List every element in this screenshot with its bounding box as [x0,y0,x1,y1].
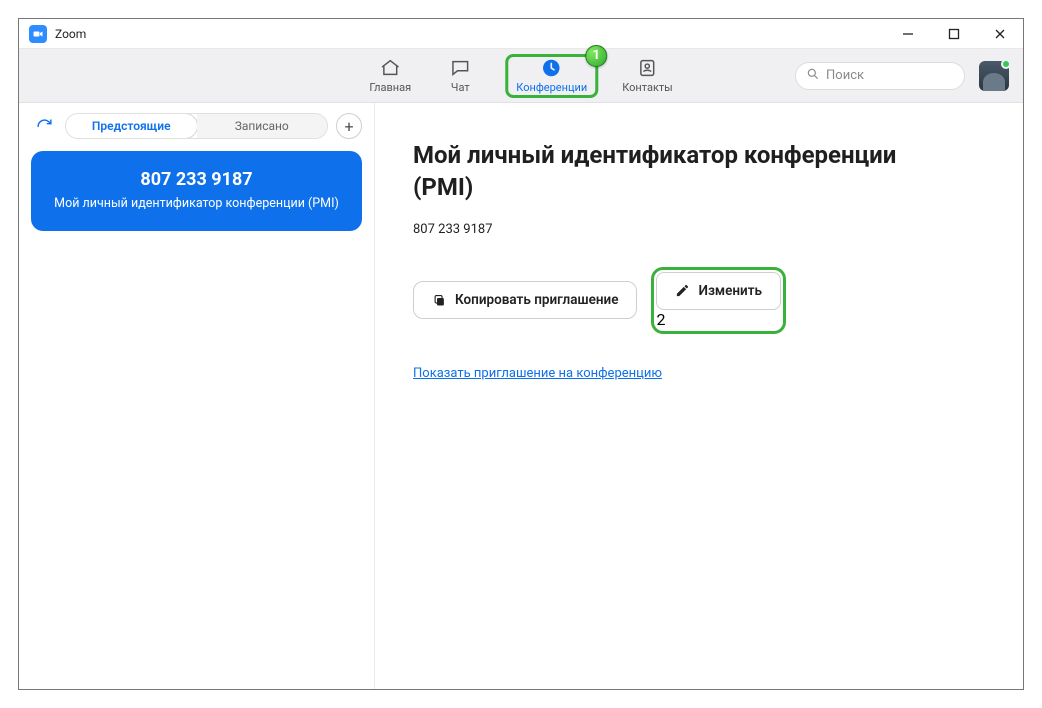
segment-recorded[interactable]: Записано [197,114,328,138]
clock-icon [541,57,563,79]
pmi-card[interactable]: 807 233 9187 Мой личный идентификатор ко… [31,151,362,231]
pmi-card-id: 807 233 9187 [43,169,350,190]
home-icon [379,57,401,79]
search-icon [806,67,820,85]
window-maximize-button[interactable] [931,19,977,49]
annotation-badge-1: 1 [585,45,607,67]
pmi-card-subtitle: Мой личный идентификатор конференции (PM… [43,196,350,211]
show-invitation-link[interactable]: Показать приглашение на конференцию [413,366,662,381]
copy-button-label: Копировать приглашение [455,292,618,308]
segment-upcoming[interactable]: Предстоящие [65,113,198,139]
copy-icon [432,293,447,308]
content-pane: Мой личный идентификатор конференции (PM… [375,103,1023,689]
annotation-highlight-2: Изменить 2 [651,267,786,334]
chat-icon [449,57,471,79]
tab-contacts[interactable]: Контакты [618,55,677,97]
tab-chat[interactable]: Чат [435,55,485,97]
top-toolbar: Главная Чат Конференции 1 [19,49,1023,103]
contacts-icon [636,57,658,79]
copy-invitation-button[interactable]: Копировать приглашение [413,281,637,319]
meeting-id: 807 233 9187 [413,222,1023,237]
refresh-button[interactable] [31,113,57,139]
zoom-logo-icon [29,25,47,43]
edit-button[interactable]: Изменить [656,272,781,310]
plus-icon: + [344,117,353,136]
profile-button[interactable] [979,61,1009,91]
edit-button-label: Изменить [698,283,762,299]
tab-meetings[interactable]: Конференции [512,55,591,97]
pencil-icon [675,283,690,298]
window-title: Zoom [55,27,86,41]
tab-chat-label: Чат [451,81,470,94]
window-minimize-button[interactable] [885,19,931,49]
main-tabs: Главная Чат Конференции 1 [365,49,676,102]
page-title: Мой личный идентификатор конференции (PM… [413,139,913,204]
add-meeting-button[interactable]: + [336,113,362,139]
annotation-badge-2: 2 [656,310,781,329]
window-close-button[interactable] [977,19,1023,49]
segmented-control: Предстоящие Записано [65,113,328,139]
tab-home-label: Главная [369,81,411,94]
app-window: Zoom Главная Чат [18,18,1024,690]
tab-home[interactable]: Главная [365,55,415,97]
search-input[interactable]: Поиск [795,62,965,90]
annotation-highlight-1: Конференции 1 [505,54,598,98]
sidebar: Предстоящие Записано + 807 233 9187 Мой … [19,103,375,689]
presence-dot-icon [1001,59,1011,69]
tab-contacts-label: Контакты [622,81,673,94]
search-placeholder: Поиск [826,68,864,83]
tab-meetings-label: Конференции [516,81,587,94]
titlebar: Zoom [19,19,1023,49]
